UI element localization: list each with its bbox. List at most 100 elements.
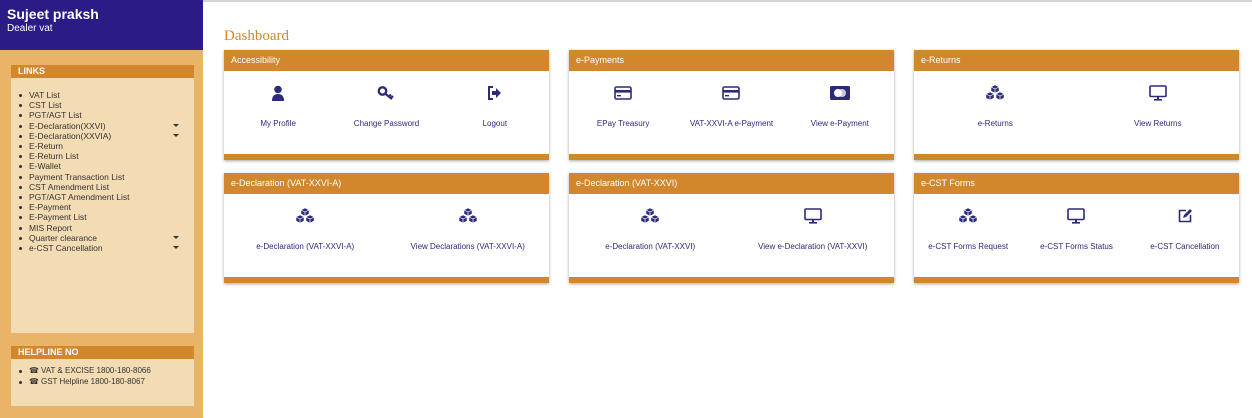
card-link[interactable]: My Profile xyxy=(224,71,332,154)
sidebar-link-label: E-Return xyxy=(29,141,64,152)
card-footer-bar xyxy=(914,277,1239,283)
credit-card-icon[interactable] xyxy=(677,83,785,103)
sidebar-link[interactable]: PGT/AGT Amendment List xyxy=(11,192,194,202)
sidebar-link[interactable]: CST Amendment List xyxy=(11,182,194,192)
caret-down-icon[interactable] xyxy=(173,246,179,250)
sidebar-link[interactable]: E-Payment List xyxy=(11,212,194,222)
helpline-box: ☎ VAT & EXCISE 1800-180-8066 ☎ GST Helpline… xyxy=(11,359,194,406)
card-link[interactable]: VAT-XXVI-A e-Payment xyxy=(677,71,785,154)
sidebar-link[interactable]: E-Return List xyxy=(11,151,194,161)
sidebar-link[interactable]: E-Declaration(XXVIA) xyxy=(11,131,194,141)
sidebar-link-label: CST Amendment List xyxy=(29,181,110,192)
cubes-icon[interactable] xyxy=(914,206,1022,226)
card-link-label[interactable]: Change Password xyxy=(332,119,440,128)
card-link-label[interactable]: View e-Declaration (VAT-XXVI) xyxy=(732,242,895,251)
phone-icon: ☎ xyxy=(29,376,39,386)
user-role: Dealer vat xyxy=(7,23,53,34)
sidebar-link-label: Quarter clearance xyxy=(29,232,98,243)
monitor-icon[interactable] xyxy=(1022,206,1130,226)
edit-icon[interactable] xyxy=(1131,206,1239,226)
helpline-list: ☎ VAT & EXCISE 1800-180-8066 ☎ GST Helpline… xyxy=(11,359,194,387)
dashboard-card: e-Declaration (VAT-XXVI) e-Declaration (V… xyxy=(569,173,894,283)
phone-icon: ☎ xyxy=(29,366,39,375)
sidebar-link[interactable]: MIS Report xyxy=(11,223,194,233)
card-link[interactable]: e-CST Forms Request xyxy=(914,194,1022,277)
sidebar-link[interactable]: Quarter clearance xyxy=(11,233,194,243)
card-body: My Profile Change Password Logout xyxy=(224,71,549,154)
card-title: e-Payments xyxy=(569,50,894,71)
sidebar-link[interactable]: CST List xyxy=(11,100,194,110)
links-list: VAT List CST List PGT/AGT List E-Declaratio… xyxy=(11,78,194,253)
sidebar-link-label: MIS Report xyxy=(29,222,72,233)
key-icon[interactable] xyxy=(332,83,440,103)
card-link-label[interactable]: View e-Payment xyxy=(786,119,894,128)
card-body: e-CST Forms Request e-CST Forms Status e-C… xyxy=(914,194,1239,277)
card-link[interactable]: e-CST Forms Status xyxy=(1022,194,1130,277)
sidebar-link[interactable]: VAT List xyxy=(11,90,194,100)
cubes-icon[interactable] xyxy=(914,83,1077,103)
card-link-label[interactable]: e-CST Forms Request xyxy=(914,242,1022,251)
card-link-label[interactable]: View Declarations (VAT-XXVI-A) xyxy=(387,242,550,251)
links-title: LINKS xyxy=(11,65,194,78)
mastercard-icon[interactable] xyxy=(786,83,894,103)
card-link[interactable]: View e-Declaration (VAT-XXVI) xyxy=(732,194,895,277)
card-footer-bar xyxy=(569,277,894,283)
cubes-icon[interactable] xyxy=(569,206,732,226)
card-link-label[interactable]: My Profile xyxy=(224,119,332,128)
card-footer-bar xyxy=(569,154,894,160)
card-link-label[interactable]: VAT-XXVI-A e-Payment xyxy=(677,119,785,128)
dashboard-card: e-Returns e-Returns View Returns xyxy=(914,50,1239,160)
card-link[interactable]: Change Password xyxy=(332,71,440,154)
caret-down-icon[interactable] xyxy=(173,133,179,137)
card-link[interactable]: e-Declaration (VAT-XXVI) xyxy=(569,194,732,277)
card-link-label[interactable]: EPay Treasury xyxy=(569,119,677,128)
card-link[interactable]: e-CST Cancellation xyxy=(1131,194,1239,277)
card-title: e-Declaration (VAT-XXVI-A) xyxy=(224,173,549,194)
card-link-label[interactable]: e-Returns xyxy=(914,119,1077,128)
sidebar-link[interactable]: E-Wallet xyxy=(11,161,194,171)
cubes-icon[interactable] xyxy=(387,206,550,226)
sidebar-link-label: E-Declaration(XXVI) xyxy=(29,120,106,131)
sidebar-link[interactable]: E-Return xyxy=(11,141,194,151)
card-link[interactable]: View Returns xyxy=(1077,71,1240,154)
helpline-number: VAT & EXCISE 1800-180-8066 xyxy=(40,366,151,375)
card-link-label[interactable]: View Returns xyxy=(1077,119,1240,128)
sidebar-link[interactable]: Payment Transaction List xyxy=(11,172,194,182)
sidebar-link[interactable]: e-CST Cancellation xyxy=(11,243,194,253)
card-body: e-Returns View Returns xyxy=(914,71,1239,154)
card-link[interactable]: View e-Payment xyxy=(786,71,894,154)
sidebar-link-label: E-Payment List xyxy=(29,212,87,223)
card-title: e-Returns xyxy=(914,50,1239,71)
logout-icon[interactable] xyxy=(441,83,549,103)
helpline-title: HELPLINE NO xyxy=(11,346,194,359)
dashboard-card: Accessibility My Profile Change Password Lo… xyxy=(224,50,549,160)
card-link[interactable]: View Declarations (VAT-XXVI-A) xyxy=(387,194,550,277)
sidebar-link-label: E-Payment xyxy=(29,202,72,213)
card-link-label[interactable]: e-Declaration (VAT-XXVI) xyxy=(569,242,732,251)
user-icon[interactable] xyxy=(224,83,332,103)
sidebar-link[interactable]: E-Payment xyxy=(11,202,194,212)
card-link[interactable]: EPay Treasury xyxy=(569,71,677,154)
dashboard-card: e-Payments EPay Treasury VAT-XXVI-A e-Paym… xyxy=(569,50,894,160)
caret-down-icon[interactable] xyxy=(173,123,179,127)
card-link-label[interactable]: e-Declaration (VAT-XXVI-A) xyxy=(224,242,387,251)
card-footer-bar xyxy=(914,154,1239,160)
card-title: e-CST Forms xyxy=(914,173,1239,194)
caret-down-icon[interactable] xyxy=(173,235,179,239)
card-body: e-Declaration (VAT-XXVI) View e-Declarati… xyxy=(569,194,894,277)
dashboard-card: e-Declaration (VAT-XXVI-A) e-Declaration … xyxy=(224,173,549,283)
credit-card-icon[interactable] xyxy=(569,83,677,103)
sidebar-link-label: PGT/AGT List xyxy=(29,110,82,121)
card-link[interactable]: Logout xyxy=(441,71,549,154)
sidebar-link[interactable]: PGT/AGT List xyxy=(11,110,194,120)
card-link-label[interactable]: Logout xyxy=(441,119,549,128)
sidebar-link[interactable]: E-Declaration(XXVI) xyxy=(11,121,194,131)
card-link-label[interactable]: e-CST Cancellation xyxy=(1131,242,1239,251)
monitor-icon[interactable] xyxy=(1077,83,1240,103)
monitor-icon[interactable] xyxy=(732,206,895,226)
sidebar-link-label: VAT List xyxy=(29,90,60,100)
card-link-label[interactable]: e-CST Forms Status xyxy=(1022,242,1130,251)
card-link[interactable]: e-Declaration (VAT-XXVI-A) xyxy=(224,194,387,277)
cubes-icon[interactable] xyxy=(224,206,387,226)
card-link[interactable]: e-Returns xyxy=(914,71,1077,154)
